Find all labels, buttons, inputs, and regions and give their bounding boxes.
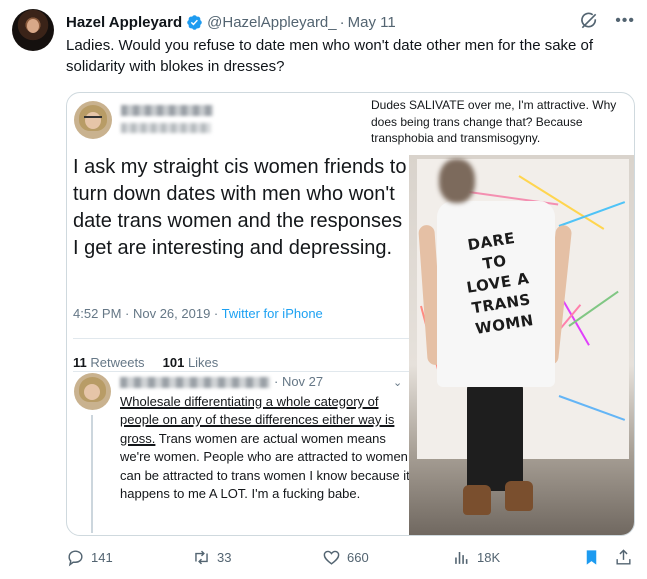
embedded-tweet-time: 4:52 PM · Nov 26, 2019 · xyxy=(73,306,222,321)
likes-count: 101 xyxy=(162,355,185,370)
repost-count: 33 xyxy=(217,550,232,565)
embedded-tweet-avatar xyxy=(74,101,112,139)
avatar-skin xyxy=(84,384,100,400)
more-icon[interactable]: ••• xyxy=(615,12,635,30)
like-button[interactable]: 660 xyxy=(322,548,369,567)
embedded-tweet-stats: 11 Retweets 101 Likes xyxy=(73,355,218,370)
divider xyxy=(73,371,409,372)
views-icon xyxy=(455,551,468,564)
shoe xyxy=(463,485,491,515)
views-count: 18K xyxy=(477,550,501,565)
embedded-tweet-meta: 4:52 PM · Nov 26, 2019 · Twitter for iPh… xyxy=(73,306,323,321)
legs xyxy=(467,381,523,491)
avatar-face xyxy=(27,19,39,33)
header-actions: ••• xyxy=(579,11,635,31)
avatar-glasses xyxy=(84,116,102,120)
bookmark-button[interactable] xyxy=(582,548,601,567)
author-avatar[interactable] xyxy=(12,9,54,51)
bookmark-icon xyxy=(586,550,597,565)
blurred-face xyxy=(439,159,475,203)
retweets-label: Retweets xyxy=(86,355,145,370)
header-separator: · xyxy=(339,13,345,31)
post-date[interactable]: May 11 xyxy=(348,14,396,31)
reply-rest-text: Trans women are actual women means we're… xyxy=(120,430,410,502)
repost-button[interactable]: 33 xyxy=(192,548,231,567)
verified-badge-icon[interactable] xyxy=(186,14,203,31)
reply-button[interactable]: 141 xyxy=(66,548,113,567)
post-media-image[interactable]: I ask my straight cis women friends to t… xyxy=(66,92,635,536)
action-bar: 141 33 660 18K xyxy=(66,548,635,572)
likes-label: Likes xyxy=(184,355,219,370)
embedded-tweet-text: I ask my straight cis women friends to t… xyxy=(73,156,407,259)
avatar-skin xyxy=(85,112,101,129)
reply-date: · Nov 27 xyxy=(274,374,324,389)
divider xyxy=(73,338,409,339)
embedded-tweet-source: Twitter for iPhone xyxy=(221,306,323,321)
reply-avatar xyxy=(74,373,111,410)
like-count: 660 xyxy=(347,550,369,565)
post-header: Hazel Appleyard @HazelAppleyard_ · May 1… xyxy=(66,12,635,32)
retweets-count: 11 xyxy=(73,355,87,370)
photo-caption: Dudes SALIVATE over me, I'm attractive. … xyxy=(371,98,617,145)
reply-count: 141 xyxy=(91,550,113,565)
share-button[interactable] xyxy=(614,548,633,567)
reply-text: Wholesale differentiating a whole catego… xyxy=(120,393,410,503)
redacted-name xyxy=(121,105,213,116)
post-text: Ladies. Would you refuse to date men who… xyxy=(66,37,594,75)
redacted-handle xyxy=(121,123,211,133)
like-icon xyxy=(323,550,340,565)
grok-icon[interactable] xyxy=(579,11,599,31)
repost-icon xyxy=(195,550,208,565)
thread-line xyxy=(91,415,93,533)
author-handle[interactable]: @HazelAppleyard_ xyxy=(207,14,336,31)
redacted-reply-name xyxy=(120,377,270,388)
shoe xyxy=(505,481,533,511)
reply-icon xyxy=(68,550,83,567)
views-button[interactable]: 18K xyxy=(452,548,500,567)
author-name[interactable]: Hazel Appleyard xyxy=(66,14,182,31)
chevron-down-icon: ⌄ xyxy=(393,377,403,389)
shirt-text: DARE TO LOVE A TRANS WOMN xyxy=(435,223,560,344)
person-photo: DARE TO LOVE A TRANS WOMN xyxy=(409,155,634,535)
share-icon xyxy=(616,549,631,565)
